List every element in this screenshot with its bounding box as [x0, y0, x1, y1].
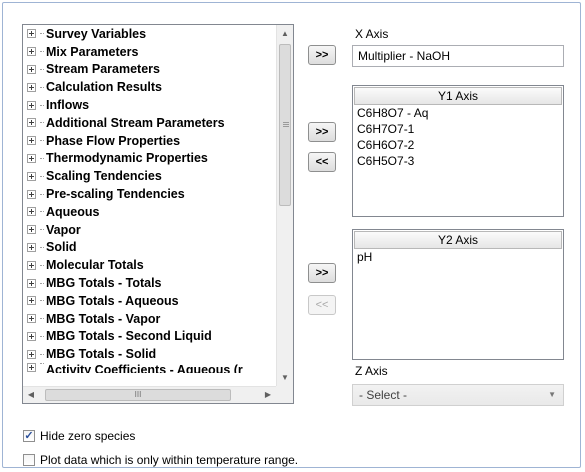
vertical-scroll-thumb[interactable] [279, 44, 291, 206]
scroll-up-icon[interactable]: ▲ [277, 25, 293, 42]
tree-item[interactable]: Stream Parameters [23, 61, 276, 79]
tree-item-label: MBG Totals - Aqueous [46, 293, 179, 308]
z-axis-selected-value: - Select - [359, 388, 408, 402]
expand-plus-icon[interactable] [27, 64, 36, 74]
add-to-y1-axis-button[interactable]: >> [308, 122, 336, 142]
list-item[interactable]: C6H7O7-1 [353, 121, 563, 137]
scroll-left-icon[interactable]: ◀ [23, 387, 39, 403]
tree-item[interactable]: Survey Variables [23, 25, 276, 43]
expand-plus-icon[interactable] [27, 225, 36, 235]
y1-axis-items: C6H8O7 - Aq C6H7O7-1 C6H6O7-2 C6H5O7-3 [353, 105, 563, 169]
tree-item[interactable]: MBG Totals - Solid [23, 345, 276, 363]
horizontal-scrollbar[interactable]: ◀ III ▶ [23, 386, 276, 403]
tree-item-label: Additional Stream Parameters [46, 115, 225, 130]
list-item[interactable]: C6H6O7-2 [353, 137, 563, 153]
expand-plus-icon[interactable] [27, 349, 36, 359]
expand-plus-icon[interactable] [27, 118, 36, 128]
temperature-range-label: Plot data which is only within temperatu… [40, 453, 299, 467]
tree-item-label: MBG Totals - Totals [46, 276, 162, 291]
y1-axis-list[interactable]: Y1 Axis C6H8O7 - Aq C6H7O7-1 C6H6O7-2 C6H5O… [352, 85, 564, 217]
expand-plus-icon[interactable] [27, 136, 36, 146]
z-axis-select[interactable]: - Select - ▼ [352, 384, 564, 406]
x-axis-label: X Axis [355, 27, 389, 41]
expand-plus-icon[interactable] [27, 189, 36, 199]
remove-from-y2-axis-button[interactable]: << [308, 295, 336, 315]
expand-plus-icon[interactable] [27, 153, 36, 163]
tree-item-label: Scaling Tendencies [46, 169, 162, 184]
expand-plus-icon[interactable] [27, 47, 36, 57]
remove-from-y1-axis-button[interactable]: << [308, 152, 336, 172]
expand-plus-icon[interactable] [27, 260, 36, 270]
scroll-right-icon[interactable]: ▶ [260, 387, 276, 403]
x-axis-field[interactable]: Multiplier - NaOH [352, 45, 564, 67]
list-item[interactable]: pH [353, 249, 563, 265]
temperature-range-checkbox[interactable] [23, 454, 35, 466]
tree-item-label: Activity Coefficients - Aqueous (r [46, 363, 243, 374]
hide-zero-species-checkbox[interactable]: ✓ [23, 430, 35, 442]
variable-tree-items: Survey Variables Mix Parameters Stream Par… [23, 25, 276, 386]
tree-item[interactable]: Thermodynamic Properties [23, 150, 276, 168]
tree-item-label: Thermodynamic Properties [46, 151, 208, 166]
tree-item[interactable]: Activity Coefficients - Aqueous (r [23, 363, 276, 373]
expand-plus-icon[interactable] [27, 242, 36, 252]
expand-plus-icon[interactable] [27, 171, 36, 181]
tree-item[interactable]: Inflows [23, 96, 276, 114]
tree-item-label: MBG Totals - Solid [46, 347, 157, 362]
horizontal-scroll-thumb[interactable]: III [45, 389, 231, 401]
add-to-y2-axis-button[interactable]: >> [308, 263, 336, 283]
y2-axis-list[interactable]: Y2 Axis pH [352, 229, 564, 360]
add-to-x-axis-button[interactable]: >> [308, 45, 336, 65]
tree-item-label: Survey Variables [46, 26, 147, 41]
vertical-scrollbar[interactable]: ▲ ▼ [276, 25, 293, 386]
chevron-down-icon[interactable]: ▼ [548, 385, 556, 405]
tree-item[interactable]: Scaling Tendencies [23, 167, 276, 185]
temperature-range-option[interactable]: Plot data which is only within temperatu… [23, 453, 298, 467]
tree-item-label: Calculation Results [46, 80, 162, 95]
expand-plus-icon[interactable] [27, 296, 36, 306]
tree-item[interactable]: MBG Totals - Vapor [23, 310, 276, 328]
list-item[interactable]: C6H5O7-3 [353, 153, 563, 169]
tree-item[interactable]: Calculation Results [23, 78, 276, 96]
tree-item[interactable]: Pre-scaling Tendencies [23, 185, 276, 203]
tree-item-label: Mix Parameters [46, 44, 139, 59]
tree-item[interactable]: Vapor [23, 221, 276, 239]
expand-plus-icon[interactable] [27, 278, 36, 288]
tree-item[interactable]: Aqueous [23, 203, 276, 221]
tree-item[interactable]: Solid [23, 239, 276, 257]
tree-item[interactable]: MBG Totals - Second Liquid [23, 328, 276, 346]
tree-item[interactable]: Molecular Totals [23, 256, 276, 274]
tree-item-label: Stream Parameters [46, 62, 160, 77]
tree-item[interactable]: MBG Totals - Totals [23, 274, 276, 292]
tree-item[interactable]: Phase Flow Properties [23, 132, 276, 150]
tree-item[interactable]: MBG Totals - Aqueous [23, 292, 276, 310]
scroll-down-icon[interactable]: ▼ [277, 369, 293, 386]
tree-item[interactable]: Additional Stream Parameters [23, 114, 276, 132]
expand-plus-icon[interactable] [27, 207, 36, 217]
expand-plus-icon[interactable] [27, 82, 36, 92]
expand-plus-icon[interactable] [27, 100, 36, 110]
y2-axis-items: pH [353, 249, 563, 265]
tree-item-label: Pre-scaling Tendencies [46, 187, 185, 202]
list-item[interactable]: C6H8O7 - Aq [353, 105, 563, 121]
expand-plus-icon[interactable] [27, 29, 36, 39]
expand-plus-icon[interactable] [27, 331, 36, 341]
tree-item-label: Phase Flow Properties [46, 133, 181, 148]
expand-plus-icon[interactable] [27, 363, 36, 373]
hide-zero-species-option[interactable]: ✓ Hide zero species [23, 429, 135, 443]
hide-zero-species-label: Hide zero species [40, 429, 136, 443]
tree-item-label: Molecular Totals [46, 258, 144, 273]
tree-item-label: MBG Totals - Vapor [46, 311, 161, 326]
tree-item[interactable]: Mix Parameters [23, 43, 276, 61]
tree-item-label: Vapor [46, 222, 81, 237]
tree-item-label: MBG Totals - Second Liquid [46, 329, 212, 344]
expand-plus-icon[interactable] [27, 314, 36, 324]
tree-item-label: Solid [46, 240, 77, 255]
z-axis-label: Z Axis [355, 364, 388, 378]
tree-item-label: Aqueous [46, 204, 100, 219]
variable-tree[interactable]: Survey Variables Mix Parameters Stream Par… [22, 24, 294, 404]
scrollbar-corner [276, 386, 293, 403]
tree-item-label: Inflows [46, 98, 90, 113]
y1-axis-header[interactable]: Y1 Axis [354, 87, 562, 105]
y2-axis-header[interactable]: Y2 Axis [354, 231, 562, 249]
